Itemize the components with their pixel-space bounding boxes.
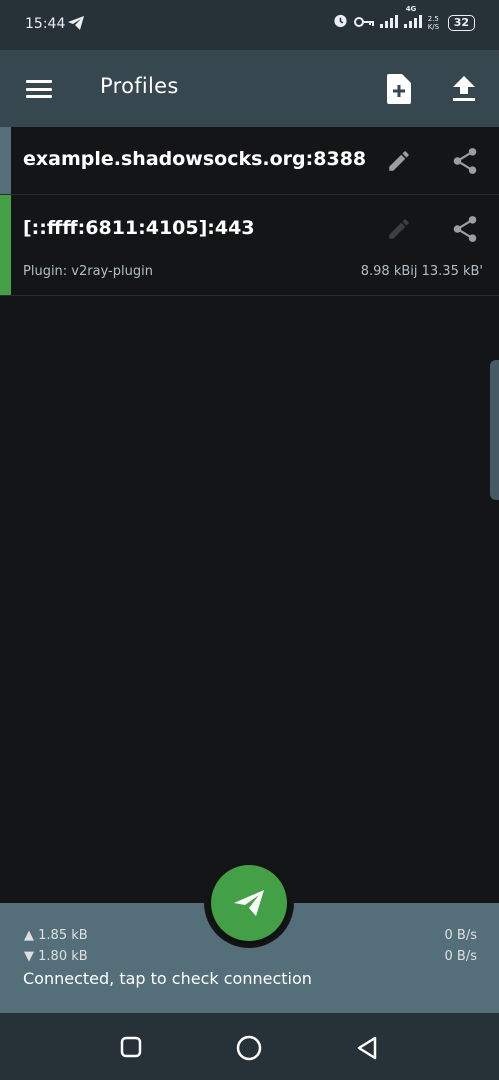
app-bar: Profiles xyxy=(0,50,499,127)
status-time: 15:44 xyxy=(25,16,66,32)
signal-icon xyxy=(379,13,398,32)
tx-rate: 0 B/s xyxy=(444,928,477,943)
share-icon[interactable] xyxy=(452,147,478,179)
vpn-key-icon xyxy=(353,13,374,32)
signal-4g-icon: 4G xyxy=(403,5,422,32)
menu-icon[interactable] xyxy=(26,80,52,98)
edit-icon[interactable] xyxy=(386,148,412,178)
add-profile-icon[interactable] xyxy=(387,74,411,108)
edit-icon[interactable] xyxy=(386,216,412,246)
share-icon[interactable] xyxy=(452,215,478,247)
scroll-handle[interactable] xyxy=(490,360,499,500)
profile-name: [::ffff:6811:4105]:443 xyxy=(23,217,255,239)
import-icon[interactable] xyxy=(453,76,475,106)
profile-indicator xyxy=(0,195,11,295)
connection-status[interactable]: Connected, tap to check connection xyxy=(23,969,312,988)
tx-total: ▲ 1.85 kB xyxy=(24,928,88,943)
recents-button[interactable] xyxy=(120,1036,142,1062)
page-title: Profiles xyxy=(100,74,179,98)
connect-fab-button[interactable] xyxy=(211,865,287,941)
battery-indicator: 32 xyxy=(447,14,475,31)
profile-indicator xyxy=(0,127,11,194)
status-icons: 4G 2.5 K/S 32 xyxy=(333,5,475,32)
send-icon xyxy=(234,890,264,916)
navigation-bar xyxy=(0,1013,499,1080)
home-button[interactable] xyxy=(236,1035,262,1065)
rx-rate: 0 B/s xyxy=(444,949,477,964)
profile-plugin: Plugin: v2ray-plugin xyxy=(23,264,153,279)
network-speed: 2.5 K/S xyxy=(427,14,440,31)
rx-total: ▼ 1.80 kB xyxy=(24,949,88,964)
alarm-icon xyxy=(333,13,348,32)
status-bar: 15:44 4G 2.5 K/S 32 xyxy=(0,0,499,50)
profile-item[interactable]: example.shadowsocks.org:8388 xyxy=(0,127,499,195)
profile-item[interactable]: [::ffff:6811:4105]:443 Plugin: v2ray-plu… xyxy=(0,195,499,296)
profile-name: example.shadowsocks.org:8388 xyxy=(23,148,367,170)
profile-traffic: 8.98 kBij 13.35 kB' xyxy=(360,264,483,279)
telegram-icon xyxy=(68,15,84,34)
back-button[interactable] xyxy=(355,1035,379,1065)
